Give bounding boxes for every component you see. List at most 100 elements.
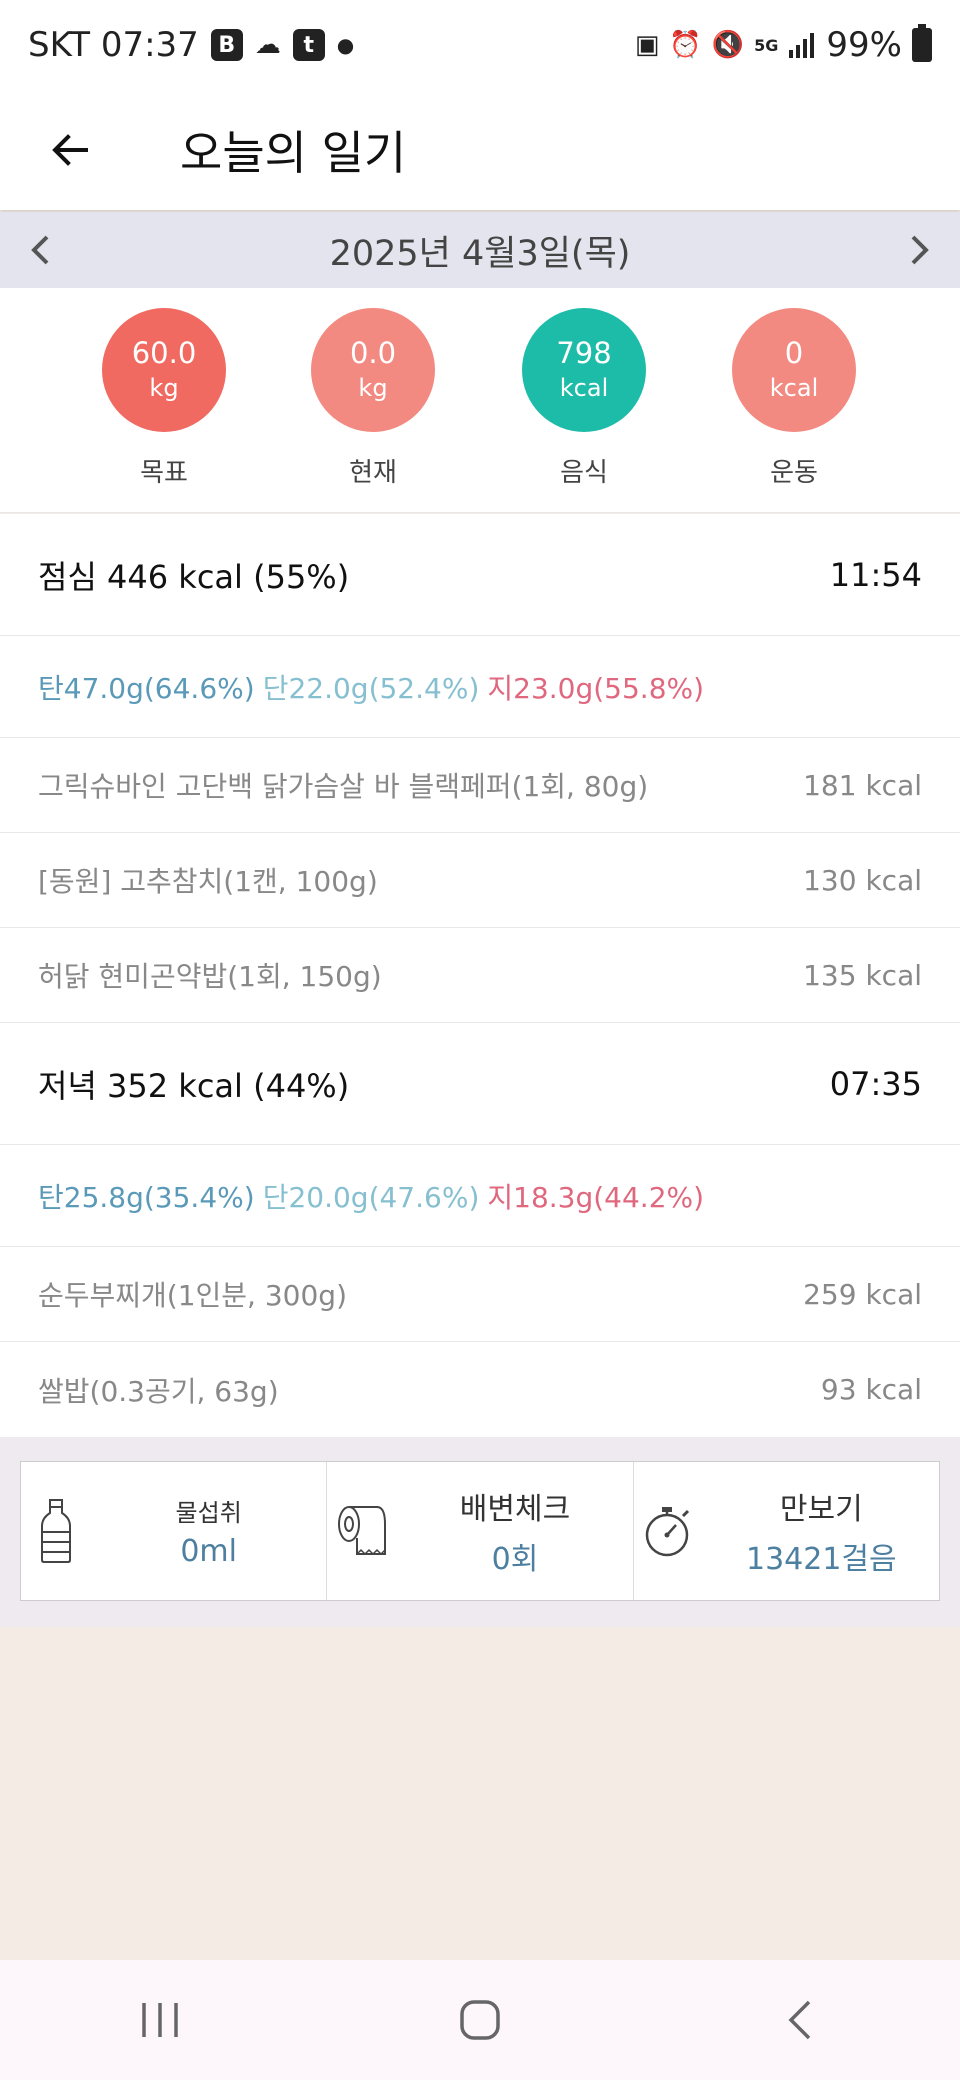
meal-header-dinner[interactable]: 저녁 352 kcal (44%) 07:35 bbox=[0, 1023, 960, 1145]
protein-text: 단20.0g(47.6%) bbox=[262, 1180, 480, 1214]
food-name: [동원] 고추참치(1캔, 100g) bbox=[38, 865, 378, 898]
water-widget[interactable]: 물섭취 0ml bbox=[21, 1462, 328, 1600]
next-date-button[interactable] bbox=[880, 212, 960, 288]
food-name: 쌀밥(0.3공기, 63g) bbox=[38, 1374, 279, 1408]
status-bar: SKT 07:37 B ☁ t ● ▣ ⏰ 🔇 5G 99% bbox=[0, 0, 960, 90]
carrier-time: SKT 07:37 bbox=[28, 25, 199, 65]
current-value: 0.0 bbox=[349, 336, 397, 370]
carb-text: 탄47.0g(64.6%) bbox=[38, 671, 255, 705]
dot-icon: ● bbox=[336, 33, 355, 57]
food-item[interactable]: [동원] 고추참치(1캔, 100g) 130 kcal bbox=[0, 833, 960, 928]
food-item[interactable]: 순두부찌개(1인분, 300g) 259 kcal bbox=[0, 1247, 960, 1342]
pedometer-value: 13421걸음 bbox=[746, 1542, 897, 1577]
summary-exercise[interactable]: 0 kcal 운동 bbox=[729, 308, 859, 489]
goal-value: 60.0 bbox=[131, 336, 197, 370]
back-button[interactable] bbox=[25, 105, 115, 195]
current-label: 현재 bbox=[349, 458, 397, 488]
signal-icon bbox=[788, 32, 816, 58]
food-kcal: 93 kcal bbox=[820, 1373, 922, 1406]
food-kcal: 259 kcal bbox=[803, 1277, 922, 1311]
pedometer-widget[interactable]: 만보기 13421걸음 bbox=[634, 1462, 939, 1600]
battery-percent: 99% bbox=[826, 25, 902, 65]
exercise-value: 0 bbox=[784, 336, 804, 370]
meal-header-lunch[interactable]: 점심 446 kcal (55%) 11:54 bbox=[0, 514, 960, 636]
food-unit: kcal bbox=[559, 374, 609, 402]
app-bar: 오늘의 일기 bbox=[0, 90, 960, 210]
tracker-widgets: 물섭취 0ml 배변체크 0회 만보기 13421걸음 bbox=[20, 1461, 940, 1601]
current-unit: kg bbox=[358, 374, 388, 402]
water-label: 물섭취 bbox=[175, 1499, 242, 1527]
stopwatch-icon bbox=[634, 1462, 704, 1600]
protein-text: 단22.0g(52.4%) bbox=[262, 671, 480, 705]
current-date[interactable]: 2025년 4월3일(목) bbox=[330, 225, 631, 276]
chevron-left-icon bbox=[31, 235, 49, 265]
b-app-icon: B bbox=[210, 29, 243, 61]
fat-text: 지23.0g(55.8%) bbox=[487, 671, 705, 705]
cloud-icon: ☁ bbox=[254, 30, 281, 60]
exercise-label: 운동 bbox=[770, 458, 818, 488]
goal-circle: 60.0 kg bbox=[102, 308, 226, 432]
back-nav-icon bbox=[788, 2000, 811, 2040]
recent-apps-button[interactable] bbox=[100, 1975, 220, 2065]
meal-time: 11:54 bbox=[829, 555, 922, 594]
goal-label: 목표 bbox=[140, 458, 188, 488]
food-value: 798 bbox=[556, 336, 612, 370]
5g-icon: 5G bbox=[754, 35, 779, 55]
back-nav-button[interactable] bbox=[740, 1975, 860, 2065]
status-right: ▣ ⏰ 🔇 5G 99% bbox=[634, 24, 932, 65]
water-bottle-icon bbox=[21, 1462, 91, 1600]
food-label: 음식 bbox=[560, 458, 608, 488]
food-name: 그릭슈바인 고단백 닭가슴살 바 블랙페퍼(1회, 80g) bbox=[38, 770, 649, 803]
summary-current[interactable]: 0.0 kg 현재 bbox=[308, 308, 438, 489]
water-text: 물섭취 0ml bbox=[91, 1493, 326, 1569]
t-app-icon: t bbox=[292, 29, 325, 61]
bowel-text: 배변체크 0회 bbox=[397, 1484, 632, 1578]
exercise-unit: kcal bbox=[769, 374, 819, 402]
food-name: 허닭 현미곤약밥(1회, 150g) bbox=[38, 960, 382, 993]
page-title: 오늘의 일기 bbox=[180, 126, 407, 180]
daily-summary: 60.0 kg 목표 0.0 kg 현재 798 kcal 음식 0 kcal … bbox=[0, 288, 960, 513]
carb-text: 탄25.8g(35.4%) bbox=[38, 1180, 255, 1214]
food-item[interactable]: 허닭 현미곤약밥(1회, 150g) 135 kcal bbox=[0, 928, 960, 1023]
bowel-label: 배변체크 bbox=[459, 1492, 571, 1527]
arrow-left-icon bbox=[52, 134, 88, 166]
meal-list: 점심 446 kcal (55%) 11:54 탄47.0g(64.6%) 단2… bbox=[0, 514, 960, 1437]
meal-title: 점심 446 kcal (55%) bbox=[38, 557, 350, 596]
meal-title: 저녁 352 kcal (44%) bbox=[38, 1066, 350, 1105]
food-item[interactable]: 그릭슈바인 고단백 닭가슴살 바 블랙페퍼(1회, 80g) 181 kcal bbox=[0, 738, 960, 833]
toilet-paper-icon bbox=[327, 1462, 397, 1600]
home-button[interactable] bbox=[420, 1975, 540, 2065]
exercise-circle: 0 kcal bbox=[732, 308, 856, 432]
food-kcal: 181 kcal bbox=[803, 768, 922, 802]
pedometer-text: 만보기 13421걸음 bbox=[704, 1484, 939, 1578]
prev-date-button[interactable] bbox=[0, 212, 80, 288]
meal-time: 07:35 bbox=[829, 1064, 922, 1103]
macro-row-dinner: 탄25.8g(35.4%) 단20.0g(47.6%) 지18.3g(44.2%… bbox=[0, 1145, 960, 1247]
system-nav-bar bbox=[0, 1960, 960, 2080]
food-kcal: 130 kcal bbox=[803, 863, 922, 897]
fat-text: 지18.3g(44.2%) bbox=[487, 1180, 705, 1214]
mute-icon: 🔇 bbox=[711, 30, 745, 60]
food-kcal: 135 kcal bbox=[803, 958, 922, 992]
summary-food[interactable]: 798 kcal 음식 bbox=[519, 308, 649, 489]
bowel-check-widget[interactable]: 배변체크 0회 bbox=[327, 1462, 634, 1600]
macro-row-lunch: 탄47.0g(64.6%) 단22.0g(52.4%) 지23.0g(55.8%… bbox=[0, 636, 960, 738]
food-item[interactable]: 쌀밥(0.3공기, 63g) 93 kcal bbox=[0, 1342, 960, 1437]
food-name: 순두부찌개(1인분, 300g) bbox=[38, 1279, 348, 1312]
status-left: SKT 07:37 B ☁ t ● bbox=[28, 25, 354, 65]
current-circle: 0.0 kg bbox=[311, 308, 435, 432]
food-circle: 798 kcal bbox=[522, 308, 646, 432]
home-icon bbox=[460, 2000, 500, 2040]
pedometer-label: 만보기 bbox=[779, 1492, 863, 1527]
water-value: 0ml bbox=[180, 1534, 237, 1569]
chevron-right-icon bbox=[911, 235, 929, 265]
summary-goal[interactable]: 60.0 kg 목표 bbox=[99, 308, 229, 489]
tracker-widgets-area: 물섭취 0ml 배변체크 0회 만보기 13421걸음 bbox=[0, 1437, 960, 1627]
battery-saver-icon: ▣ bbox=[634, 30, 660, 60]
alarm-icon: ⏰ bbox=[669, 30, 702, 60]
date-bar: 2025년 4월3일(목) bbox=[0, 212, 960, 288]
bowel-value: 0회 bbox=[491, 1542, 539, 1577]
goal-unit: kg bbox=[149, 374, 179, 402]
battery-icon bbox=[912, 24, 932, 62]
recent-apps-icon bbox=[142, 2003, 178, 2037]
